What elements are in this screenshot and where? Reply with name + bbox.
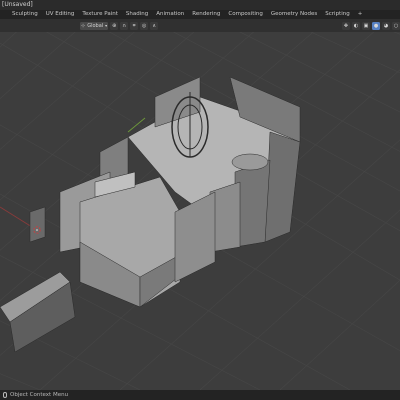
overlays-icon: ◐ xyxy=(353,22,359,29)
transform-orientation-group: ⊹ Global ▾ ⊕ ∩ ⌗ ◎ ∧ xyxy=(80,21,160,30)
tab-shading[interactable]: Shading xyxy=(122,10,152,19)
material-sphere-icon: ◕ xyxy=(383,22,389,29)
solid-sphere-icon: ● xyxy=(373,22,379,29)
tab-scripting[interactable]: Scripting xyxy=(321,10,353,19)
material-preview-button[interactable]: ◕ xyxy=(382,21,390,30)
tab-animation[interactable]: Animation xyxy=(152,10,188,19)
3d-cursor-center xyxy=(36,229,38,231)
transform-orientation-value: Global xyxy=(87,22,104,29)
gizmo-icon: ✥ xyxy=(343,22,349,29)
viewport-header: ⊹ Global ▾ ⊕ ∩ ⌗ ◎ ∧ ✥ ◐ ▣ ● ◕ ○ xyxy=(0,19,400,32)
solid-shading-button[interactable]: ● xyxy=(372,21,380,30)
blender-window: [Unsaved] Sculpting UV Editing Texture P… xyxy=(0,0,400,400)
3d-viewport[interactable] xyxy=(0,32,400,390)
tab-sculpting[interactable]: Sculpting xyxy=(0,10,42,19)
snap-grid-icon: ⌗ xyxy=(132,22,136,29)
overlays-button[interactable]: ◐ xyxy=(352,21,360,30)
snap-toggle[interactable]: ∩ xyxy=(120,21,129,30)
rendered-shading-button[interactable]: ○ xyxy=(392,21,400,30)
tab-geometry-nodes[interactable]: Geometry Nodes xyxy=(267,10,321,19)
tab-texture-paint[interactable]: Texture Paint xyxy=(78,10,122,19)
proportional-editing-toggle[interactable]: ◎ xyxy=(140,21,149,30)
xray-toggle[interactable]: ▣ xyxy=(362,21,370,30)
viewport-display-group: ✥ ◐ ▣ ● ◕ ○ xyxy=(342,21,400,30)
tab-compositing[interactable]: Compositing xyxy=(224,10,266,19)
window-title: [Unsaved] xyxy=(2,1,33,8)
pivot-point-button[interactable]: ⊕ xyxy=(110,21,119,30)
wall-fragment xyxy=(29,206,46,243)
tower-top xyxy=(231,153,269,171)
falloff-curve-icon: ∧ xyxy=(152,22,156,29)
status-bar: Object Context Menu xyxy=(0,390,400,400)
pivot-point-icon: ⊕ xyxy=(112,22,117,29)
viewport-scene xyxy=(0,32,400,390)
proportional-edit-icon: ◎ xyxy=(141,22,147,29)
workspace-tabs-bar: Sculpting UV Editing Texture Paint Shadi… xyxy=(0,10,400,19)
tab-uv-editing[interactable]: UV Editing xyxy=(42,10,79,19)
snap-settings-button[interactable]: ⌗ xyxy=(130,21,139,30)
status-hint: Object Context Menu xyxy=(10,392,69,398)
rendered-sphere-icon: ○ xyxy=(393,22,399,29)
xray-icon: ▣ xyxy=(363,22,369,29)
transform-orientation-dropdown[interactable]: ⊹ Global ▾ xyxy=(80,21,109,30)
add-workspace-button[interactable]: + xyxy=(354,10,367,19)
proportional-falloff-button[interactable]: ∧ xyxy=(150,21,159,30)
chevron-down-icon: ▾ xyxy=(105,23,108,28)
magnet-icon: ∩ xyxy=(122,22,126,29)
window-title-bar: [Unsaved] xyxy=(0,0,400,10)
show-gizmo-button[interactable]: ✥ xyxy=(342,21,350,30)
tab-rendering[interactable]: Rendering xyxy=(188,10,224,19)
mouse-right-click-icon xyxy=(3,392,7,398)
